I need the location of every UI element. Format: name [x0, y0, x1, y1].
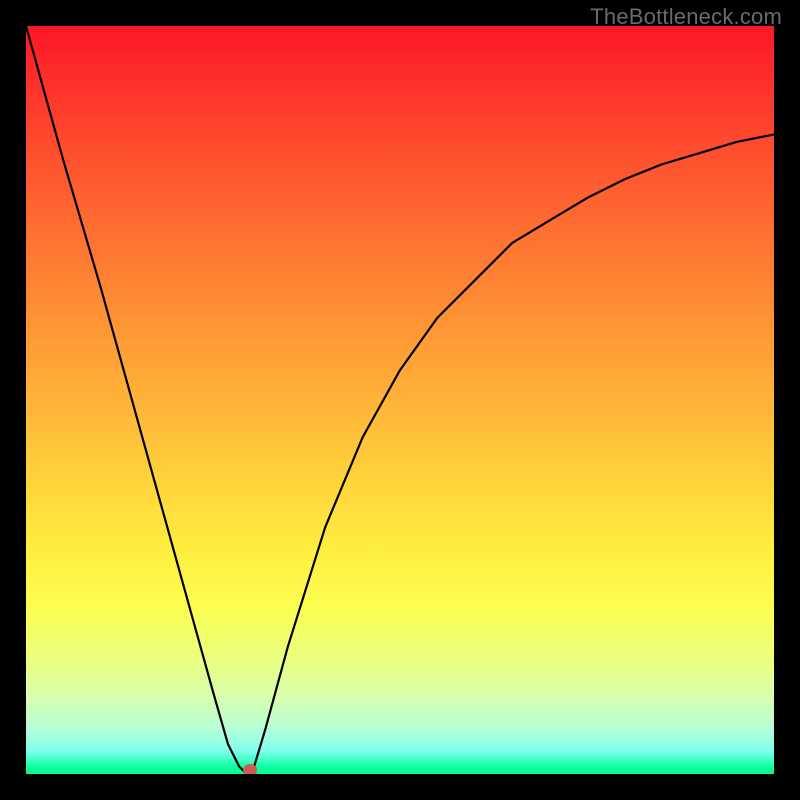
chart-plot-area — [26, 26, 774, 774]
minimum-marker — [243, 764, 257, 774]
watermark-text: TheBottleneck.com — [590, 4, 782, 30]
bottleneck-curve — [26, 26, 774, 774]
